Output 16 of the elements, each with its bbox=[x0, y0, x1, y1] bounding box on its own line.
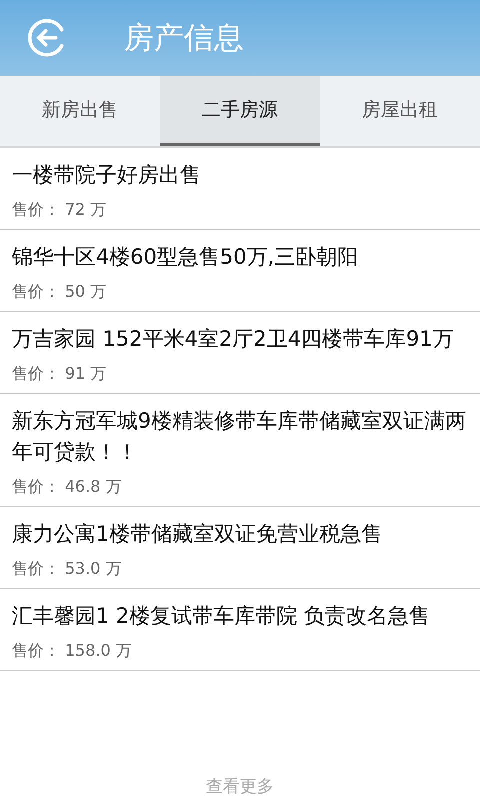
listing-price: 售价： 91 万 bbox=[12, 363, 108, 385]
listing-title[interactable]: 康力公寓1楼带储藏室双证免营业税急售 bbox=[12, 519, 468, 550]
listing-title[interactable]: 新东方冠军城9楼精装修带车库带储藏室双证满两年可贷款！！ bbox=[12, 406, 468, 468]
listing-price: 售价： 72 万 bbox=[12, 199, 108, 221]
listing-title[interactable]: 锦华十区4楼60型急售50万,三卧朝阳 bbox=[12, 242, 468, 273]
tab[interactable]: 新房出售 bbox=[0, 76, 160, 146]
listing-price: 售价： 53.0 万 bbox=[12, 558, 123, 580]
listing-title[interactable]: 汇丰馨园1 2楼复试带车库带院 负责改名急售 bbox=[12, 601, 468, 632]
page-title: 房产信息 bbox=[124, 20, 244, 58]
listing-title[interactable]: 万吉家园 152平米4室2厅2卫4四楼带车库91万 bbox=[12, 324, 468, 355]
listing-title[interactable]: 一楼带院子好房出售 bbox=[12, 160, 468, 191]
tab[interactable]: 房屋出租 bbox=[320, 76, 480, 146]
listing-price: 售价： 158.0 万 bbox=[12, 640, 133, 662]
tab[interactable]: 二手房源 bbox=[160, 76, 320, 146]
listing-price: 售价： 46.8 万 bbox=[12, 476, 123, 498]
listing-price: 售价： 50 万 bbox=[12, 281, 108, 303]
